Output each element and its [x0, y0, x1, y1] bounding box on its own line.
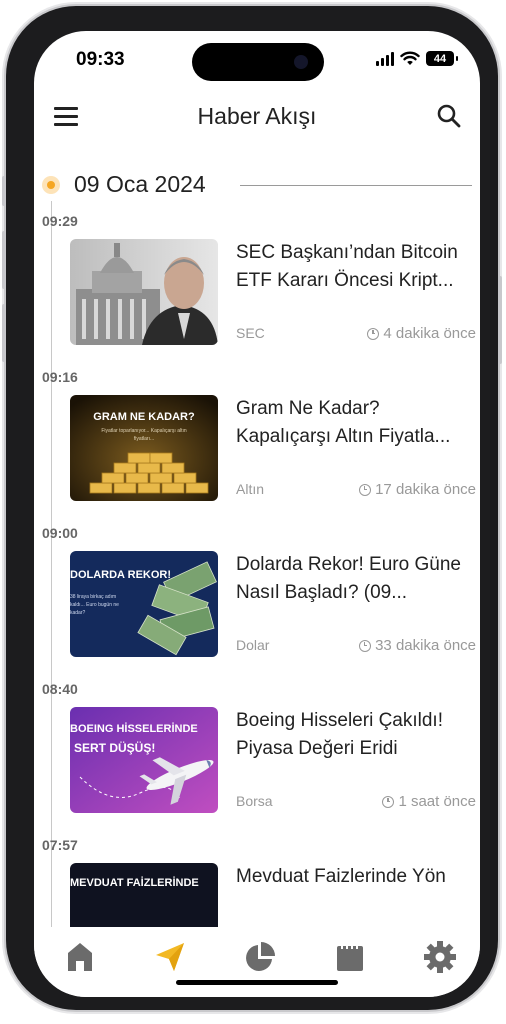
news-category: Altın — [236, 481, 265, 497]
home-indicator[interactable] — [176, 980, 338, 985]
battery-level: 44 — [433, 52, 447, 65]
thumbnail-subtitle: Fiyatlar toparlanıyor... Kapalıçarşı alt… — [101, 428, 187, 442]
news-item[interactable]: 07:57 MEVDUAT FAİZLERİNDE Mevduat Faizle… — [34, 837, 480, 927]
pie-chart-icon[interactable] — [242, 939, 278, 975]
news-thumbnail[interactable]: MEVDUAT FAİZLERİNDE — [70, 863, 218, 927]
screen: 09:33 44 Haber Akışı 09 Oca 2024 09:29 S… — [34, 31, 480, 997]
news-age: 17 dakika önce — [359, 481, 476, 498]
thumbnail-title: GRAM NE KADAR? — [93, 411, 195, 423]
news-thumbnail[interactable]: BOEING HİSSELERİNDE SERT DÜŞÜŞ! — [70, 707, 218, 813]
news-category: Dolar — [236, 637, 270, 653]
date-header: 09 Oca 2024 — [42, 169, 480, 199]
thumbnail-subtitle: 38 liraya birkaç adım kaldı... Euro bugü… — [70, 594, 119, 616]
send-icon[interactable] — [152, 939, 188, 975]
news-thumbnail[interactable]: GRAM NE KADAR? Fiyatlar toparlanıyor... … — [70, 395, 218, 501]
news-item[interactable]: 09:00 DOLARDA REKOR! 38 liraya birkaç ad… — [34, 525, 480, 681]
news-age-text: 1 saat önce — [398, 793, 476, 810]
news-thumbnail[interactable]: DOLARDA REKOR! 38 liraya birkaç adım kal… — [70, 551, 218, 657]
news-category: SEC — [236, 325, 265, 341]
news-thumbnail[interactable] — [70, 239, 218, 345]
news-headline[interactable]: Mevduat Faizlerinde Yön — [236, 863, 472, 891]
volume-up-button — [2, 231, 6, 289]
cellular-signal-icon — [376, 51, 394, 66]
home-icon[interactable] — [62, 939, 98, 975]
mute-switch — [2, 176, 6, 206]
news-headline[interactable]: Gram Ne Kadar? Kapalıçarşı Altın Fiyatla… — [236, 395, 472, 451]
news-age-text: 4 dakika önce — [383, 325, 476, 342]
date-text: 09 Oca 2024 — [74, 171, 206, 197]
clock-icon — [382, 795, 395, 808]
news-headline[interactable]: Dolarda Rekor! Euro Güne Nasıl Başladı? … — [236, 551, 472, 607]
app-bar: Haber Akışı — [34, 99, 480, 139]
news-category: Borsa — [236, 793, 273, 809]
clock-icon — [367, 327, 380, 340]
news-age: 4 dakika önce — [367, 325, 476, 342]
news-time: 09:16 — [42, 369, 78, 385]
news-time: 09:00 — [42, 525, 78, 541]
battery-icon: 44 — [426, 51, 458, 66]
tab-bar — [34, 927, 480, 997]
date-dot-icon — [42, 176, 60, 194]
date-divider — [240, 185, 472, 186]
thumbnail-title: BOEING HİSSELERİNDE — [70, 723, 198, 735]
news-time: 08:40 — [42, 681, 78, 697]
phone-frame: 09:33 44 Haber Akışı 09 Oca 2024 09:29 S… — [2, 6, 502, 1010]
news-time: 09:29 — [42, 213, 78, 229]
clock-icon — [359, 639, 372, 652]
news-item[interactable]: 09:16 GRAM NE KADAR? Fiyatlar toparlanıy… — [34, 369, 480, 525]
search-icon[interactable] — [436, 103, 462, 129]
news-age-text: 33 dakika önce — [375, 637, 476, 654]
calendar-icon[interactable] — [332, 939, 368, 975]
news-age: 1 saat önce — [382, 793, 476, 810]
gear-icon[interactable] — [422, 939, 458, 975]
news-item[interactable]: 09:29 SEC Başkanı’ndan Bitcoin ETF Karar… — [34, 213, 480, 369]
status-time: 09:33 — [76, 49, 125, 70]
news-item[interactable]: 08:40 BOEING HİSSELERİNDE SERT DÜŞÜŞ! Bo… — [34, 681, 480, 837]
wifi-icon — [400, 51, 420, 65]
thumbnail-title: MEVDUAT FAİZLERİNDE — [70, 877, 199, 889]
thumbnail-title: DOLARDA REKOR! — [70, 569, 172, 581]
news-headline[interactable]: Boeing Hisseleri Çakıldı! Piyasa Değeri … — [236, 707, 472, 763]
power-button — [498, 276, 502, 364]
page-title: Haber Akışı — [197, 103, 317, 129]
news-age-text: 17 dakika önce — [375, 481, 476, 498]
status-icons: 44 — [376, 51, 458, 66]
clock-icon — [359, 483, 372, 496]
news-feed[interactable]: 09 Oca 2024 09:29 SEC Başkanı’ndan Bitco… — [34, 161, 480, 927]
news-time: 07:57 — [42, 837, 78, 853]
news-headline[interactable]: SEC Başkanı’ndan Bitcoin ETF Kararı Önce… — [236, 239, 472, 295]
news-age: 33 dakika önce — [359, 637, 476, 654]
thumbnail-subtitle: SERT DÜŞÜŞ! — [74, 741, 156, 755]
volume-down-button — [2, 304, 6, 362]
status-bar: 09:33 44 — [34, 45, 480, 75]
